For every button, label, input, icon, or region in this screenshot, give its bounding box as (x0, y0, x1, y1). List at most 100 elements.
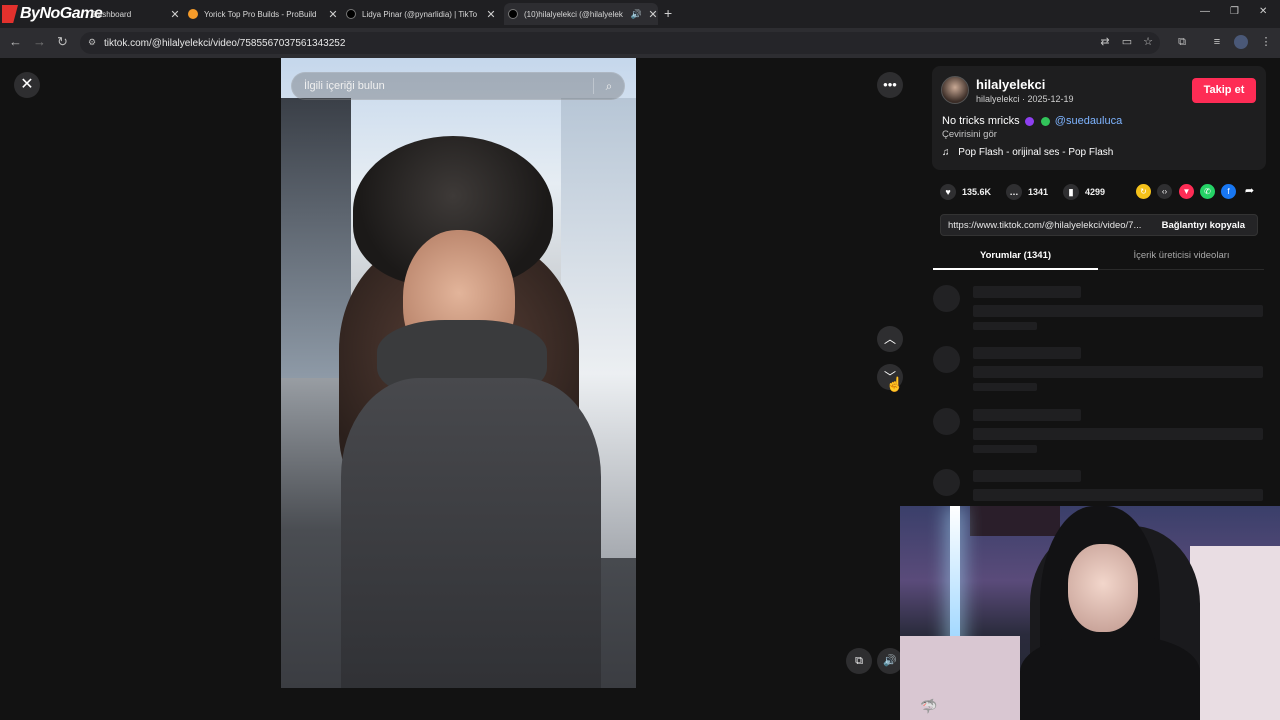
close-tab-icon[interactable]: ✕ (328, 8, 338, 21)
skeleton-line (973, 286, 1081, 298)
share-arrow-icon[interactable]: ➦ (1242, 184, 1257, 199)
extensions-puzzle-icon[interactable]: ⧉ (1175, 35, 1189, 49)
tiktok-favicon-icon (346, 9, 356, 19)
cast-icon[interactable]: ▭ (1120, 35, 1134, 49)
tab-creator-videos[interactable]: İçerik üreticisi videoları (1099, 250, 1264, 261)
close-video-button[interactable]: ✕ (14, 72, 40, 98)
avatar[interactable] (941, 76, 969, 104)
repost-icon[interactable]: ↻ (1136, 184, 1151, 199)
close-tab-icon[interactable]: ✕ (648, 8, 658, 21)
new-tab-plus-icon[interactable]: + (664, 5, 672, 21)
reload-icon[interactable]: ↻ (57, 34, 68, 50)
tab-title: Lidya Pinar (@pynarlidia) | TikTo (362, 9, 478, 19)
tab-title: (10)hilalyelekci (@hilalyelek (524, 9, 623, 19)
tab-title: Yorick Top Pro Builds - ProBuild (204, 9, 317, 19)
post-username[interactable]: hilalyelekci (976, 77, 1045, 92)
close-tab-icon[interactable]: ✕ (486, 8, 496, 21)
translate-link[interactable]: Çevirisini gör (942, 129, 997, 140)
bynogame-logo-mark-icon (2, 5, 18, 23)
skeleton-line (973, 470, 1081, 482)
description-text: No tricks mricks (942, 115, 1020, 127)
tab-dashboard[interactable]: Dashboard ✕ (92, 3, 180, 25)
tab-tiktok-lidya[interactable]: Lidya Pinar (@pynarlidia) | TikTo ✕ (346, 3, 496, 25)
minimize-icon[interactable]: — (1200, 6, 1210, 17)
streamer-webcam-overlay: 🦈 (900, 506, 1280, 720)
skeleton-line (973, 347, 1081, 359)
previous-video-chevron-up-icon[interactable]: ︿ (877, 326, 903, 352)
site-info-icon[interactable]: ⚙ (88, 37, 96, 48)
whatsapp-icon[interactable]: ✆ (1200, 184, 1215, 199)
skeleton-line (973, 366, 1263, 378)
tab-probuilds[interactable]: Yorick Top Pro Builds - ProBuild ✕ (188, 3, 338, 25)
like-count: 135.6K (962, 187, 992, 197)
picture-in-picture-icon[interactable]: ⧉ (846, 648, 872, 674)
video-player[interactable] (281, 58, 636, 688)
music-title[interactable]: Pop Flash - orijinal ses - Pop Flash (958, 147, 1113, 158)
related-content-search[interactable]: İlgili içeriği bulun ⌕ (291, 72, 625, 100)
video-link-text[interactable]: https://www.tiktok.com/@hilalyelekci/vid… (948, 220, 1153, 231)
skeleton-avatar (933, 408, 960, 435)
restore-icon[interactable]: ❐ (1230, 6, 1239, 17)
facebook-icon[interactable]: f (1221, 184, 1236, 199)
search-icon[interactable]: ⌕ (594, 79, 624, 94)
heart-icon[interactable]: ♥ (940, 184, 956, 200)
bookmark-star-icon[interactable]: ☆ (1141, 35, 1155, 49)
tiktok-favicon-icon (508, 9, 518, 19)
tab-tiktok-hilal[interactable]: (10)hilalyelekci (@hilalyelek 🔊 ✕ (504, 3, 658, 25)
post-description: No tricks mricks @suedauluca (942, 115, 1122, 127)
post-handle-date: hilalyelekci · 2025-12-19 (976, 94, 1074, 104)
media-control-icon[interactable]: ≡ (1210, 35, 1224, 49)
translate-icon[interactable]: ⇄ (1098, 35, 1112, 49)
green-heart-icon (1040, 116, 1050, 126)
follow-button[interactable]: Takip et (1192, 78, 1256, 103)
send-icon[interactable]: ▼ (1179, 184, 1194, 199)
probuilds-favicon-icon (188, 9, 198, 19)
purple-heart-icon (1024, 116, 1034, 126)
music-note-icon: ♫ (942, 147, 950, 158)
skeleton-line (973, 305, 1263, 317)
bynogame-logo-text: ByNoGame (20, 5, 103, 22)
tab-title: Dashboard (92, 9, 132, 19)
skeleton-line (973, 489, 1263, 501)
bynogame-logo: ByNoGame (0, 0, 103, 28)
address-url[interactable]: tiktok.com/@hilalyelekci/video/758556703… (104, 38, 345, 49)
copy-link-button[interactable]: Bağlantıyı kopyala (1162, 220, 1245, 231)
window-close-icon[interactable]: ✕ (1259, 6, 1267, 17)
forward-arrow-icon[interactable]: → (33, 34, 46, 49)
skeleton-line (973, 445, 1037, 453)
bookmark-icon[interactable]: ▮ (1063, 184, 1079, 200)
comment-count: 1341 (1028, 187, 1049, 197)
skeleton-avatar (933, 346, 960, 373)
browser-toolbar: ← → ↻ ⚙ tiktok.com/@hilalyelekci/video/7… (0, 28, 1280, 58)
comment-stat[interactable]: … 1341 (1006, 184, 1048, 200)
back-arrow-icon[interactable]: ← (9, 34, 22, 49)
tab-comments[interactable]: Yorumlar (1341) (933, 250, 1098, 261)
skeleton-avatar (933, 285, 960, 312)
search-input[interactable]: İlgili içeriği bulun (304, 80, 593, 92)
panel-tabs: Yorumlar (1341) İçerik üreticisi videola… (933, 246, 1264, 270)
more-options-icon[interactable]: ••• (877, 72, 903, 98)
video-subject-jacket (341, 378, 601, 688)
copy-link-row: https://www.tiktok.com/@hilalyelekci/vid… (940, 214, 1258, 236)
mouse-cursor-hand-icon: ☝ (886, 376, 904, 392)
save-count: 4299 (1085, 187, 1106, 197)
embed-code-icon[interactable]: ‹› (1157, 184, 1172, 199)
webcam-wall-right (1190, 546, 1280, 720)
close-tab-icon[interactable]: ✕ (170, 8, 180, 21)
webcam-wall-posters (970, 506, 1060, 536)
comment-bubble-icon[interactable]: … (1006, 184, 1022, 200)
active-tab-indicator (933, 268, 1098, 270)
webcam-streamer-face (1068, 544, 1138, 632)
save-stat[interactable]: ▮ 4299 (1063, 184, 1105, 200)
browser-tab-strip: ByNoGame Dashboard ✕ Yorick Top Pro Buil… (0, 0, 1280, 28)
skeleton-avatar (933, 469, 960, 496)
address-bar[interactable]: ⚙ tiktok.com/@hilalyelekci/video/7585567… (80, 32, 1160, 54)
browser-menu-kebab-icon[interactable]: ⋮ (1259, 35, 1273, 49)
skeleton-line (973, 428, 1263, 440)
skeleton-line (973, 409, 1081, 421)
like-stat[interactable]: ♥ 135.6K (940, 184, 991, 200)
speaker-audio-icon[interactable]: 🔊 (631, 9, 642, 20)
music-row[interactable]: ♫ Pop Flash - orijinal ses - Pop Flash (942, 147, 1113, 158)
mention-link[interactable]: @suedauluca (1055, 115, 1122, 127)
profile-avatar-icon[interactable] (1234, 35, 1248, 49)
